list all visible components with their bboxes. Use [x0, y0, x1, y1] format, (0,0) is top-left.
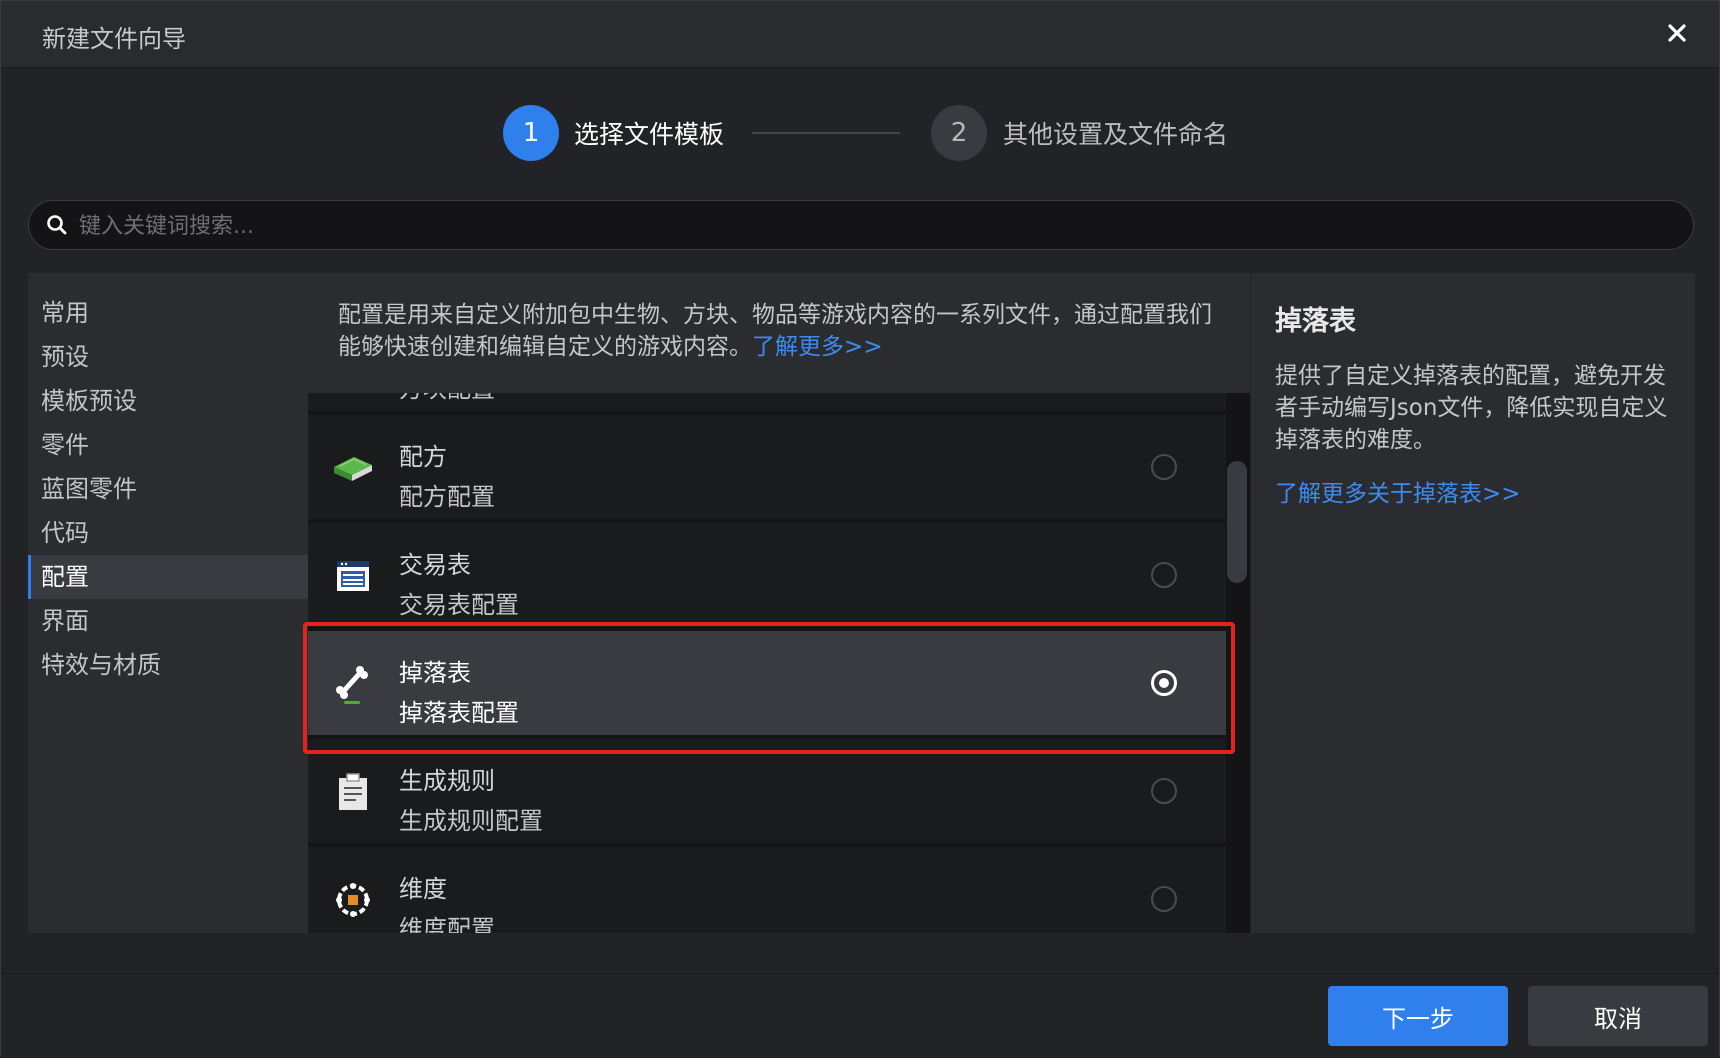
sidebar-item-template-presets[interactable]: 模板预设 — [28, 379, 308, 423]
dialog-title: 新建文件向导 — [42, 25, 186, 53]
bone-drop-icon — [330, 661, 376, 707]
sidebar-item-config[interactable]: 配置 — [28, 555, 308, 599]
template-item-recipe[interactable]: 配方 配方配置 — [308, 415, 1226, 521]
step-1-indicator: 1 — [503, 105, 559, 161]
template-radio[interactable] — [1151, 778, 1177, 804]
template-list: 方块 方块配置 配方 配方配置 — [308, 393, 1226, 933]
dimension-icon — [330, 877, 376, 923]
step-2-label: 其他设置及文件命名 — [1003, 120, 1229, 149]
template-radio-selected[interactable] — [1151, 670, 1177, 696]
search-icon — [47, 215, 67, 235]
template-subtitle: 维度配置 — [399, 915, 495, 933]
step-connector — [752, 132, 900, 134]
step-2-indicator: 2 — [931, 105, 987, 161]
detail-title: 掉落表 — [1275, 306, 1356, 337]
new-file-wizard-dialog: 新建文件向导 1 选择文件模板 2 其他设置及文件命名 常用 预设 模板预设 零… — [0, 0, 1720, 1058]
search-input[interactable] — [77, 201, 1661, 251]
title-bar: 新建文件向导 — [1, 1, 1719, 68]
template-subtitle: 掉落表配置 — [399, 699, 519, 727]
dialog-footer: 下一步 取消 — [1, 973, 1719, 1058]
template-panel: 配置是用来自定义附加包中生物、方块、物品等游戏内容的一系列文件，通过配置我们能够… — [308, 273, 1250, 933]
template-radio[interactable] — [1151, 562, 1177, 588]
template-radio[interactable] — [1151, 886, 1177, 912]
template-subtitle: 方块配置 — [399, 393, 495, 404]
sidebar-item-blueprint-parts[interactable]: 蓝图零件 — [28, 467, 308, 511]
sidebar-item-ui[interactable]: 界面 — [28, 599, 308, 643]
template-title: 维度 — [399, 875, 447, 903]
sidebar-item-effects-materials[interactable]: 特效与材质 — [28, 643, 308, 687]
detail-description: 提供了自定义掉落表的配置，避免开发者手动编写Json文件，降低实现自定义掉落表的… — [1275, 363, 1668, 453]
clipboard-icon — [330, 769, 376, 815]
detail-learn-more-link[interactable]: 了解更多关于掉落表>> — [1275, 474, 1671, 508]
step-1-label: 选择文件模板 — [574, 120, 725, 149]
template-item-spawn-rules[interactable]: 生成规则 生成规则配置 — [308, 739, 1226, 845]
template-item-trade-table[interactable]: 交易表 交易表配置 — [308, 523, 1226, 629]
sidebar-item-presets[interactable]: 预设 — [28, 335, 308, 379]
template-title: 生成规则 — [399, 767, 495, 795]
template-subtitle: 交易表配置 — [399, 591, 519, 619]
template-title: 掉落表 — [399, 659, 471, 687]
list-scrollbar-thumb[interactable] — [1227, 461, 1247, 583]
trade-table-icon — [330, 553, 376, 599]
sidebar-item-parts[interactable]: 零件 — [28, 423, 308, 467]
sidebar-item-code[interactable]: 代码 — [28, 511, 308, 555]
recipe-book-icon — [330, 445, 376, 491]
template-item-loot-table[interactable]: 掉落表 掉落表配置 — [308, 631, 1226, 737]
close-button[interactable] — [1661, 17, 1693, 49]
learn-more-link[interactable]: 了解更多>> — [752, 334, 883, 360]
template-subtitle: 生成规则配置 — [399, 807, 543, 835]
template-detail-panel: 掉落表 提供了自定义掉落表的配置，避免开发者手动编写Json文件，降低实现自定义… — [1251, 273, 1695, 933]
template-item-dimension[interactable]: 维度 维度配置 — [308, 847, 1226, 933]
cancel-button[interactable]: 取消 — [1528, 986, 1708, 1046]
close-icon — [1668, 24, 1686, 42]
next-button[interactable]: 下一步 — [1328, 986, 1508, 1046]
template-title: 交易表 — [399, 551, 471, 579]
category-description: 配置是用来自定义附加包中生物、方块、物品等游戏内容的一系列文件，通过配置我们能够… — [308, 273, 1250, 393]
sidebar-item-common[interactable]: 常用 — [28, 291, 308, 335]
template-title: 配方 — [399, 443, 447, 471]
category-sidebar: 常用 预设 模板预设 零件 蓝图零件 代码 配置 界面 特效与材质 — [28, 273, 308, 933]
template-item-block[interactable]: 方块 方块配置 — [308, 393, 1226, 413]
template-subtitle: 配方配置 — [399, 483, 495, 511]
template-radio[interactable] — [1151, 454, 1177, 480]
search-bar — [28, 200, 1694, 251]
